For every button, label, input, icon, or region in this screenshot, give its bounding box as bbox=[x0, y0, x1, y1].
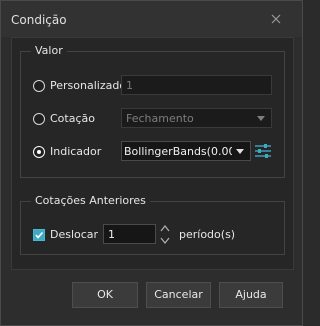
indicator-value: BollingerBands(0.00,20 bbox=[124, 145, 232, 158]
valor-legend: Valor bbox=[31, 44, 67, 57]
deslocar-checkbox[interactable] bbox=[33, 229, 45, 241]
spin-down-icon[interactable] bbox=[160, 235, 170, 244]
price-type-select[interactable]: Fechamento bbox=[121, 108, 272, 128]
chevron-down-icon bbox=[257, 116, 265, 121]
radio-indicador[interactable] bbox=[33, 146, 45, 158]
cotacoes-anteriores-group: Cotações Anteriores Deslocar 1 período(s… bbox=[20, 194, 285, 255]
cotacoes-legend: Cotações Anteriores bbox=[31, 194, 150, 207]
chevron-down-icon bbox=[236, 149, 244, 154]
spin-up-icon[interactable] bbox=[160, 223, 170, 232]
radio-cotacao[interactable] bbox=[33, 113, 45, 125]
valor-group: Valor Personalizado 1 Cotação Fechamento… bbox=[20, 44, 285, 178]
indicador-label: Indicador bbox=[50, 145, 102, 158]
cancel-button[interactable]: Cancelar bbox=[146, 282, 211, 308]
title-bar: Condição bbox=[1, 1, 302, 37]
ok-button[interactable]: OK bbox=[72, 282, 138, 308]
help-button[interactable]: Ajuda bbox=[219, 282, 283, 308]
radio-personalizado[interactable] bbox=[33, 80, 45, 92]
dialog-title: Condição bbox=[11, 13, 67, 27]
dialog-content: Valor Personalizado 1 Cotação Fechamento… bbox=[11, 37, 294, 270]
custom-value: 1 bbox=[126, 79, 133, 92]
cotacao-label: Cotação bbox=[50, 112, 95, 125]
condition-dialog: Condição Valor Personalizado 1 Cotação F… bbox=[0, 0, 303, 326]
shift-value: 1 bbox=[108, 228, 115, 241]
indicator-select[interactable]: BollingerBands(0.00,20 bbox=[121, 141, 251, 161]
close-icon[interactable] bbox=[269, 12, 283, 26]
periods-label: período(s) bbox=[179, 228, 236, 241]
price-type-value: Fechamento bbox=[126, 112, 194, 125]
indicator-settings-icon[interactable] bbox=[254, 143, 272, 159]
custom-value-input[interactable]: 1 bbox=[121, 75, 272, 95]
deslocar-label: Deslocar bbox=[50, 228, 99, 241]
shift-input[interactable]: 1 bbox=[103, 224, 156, 244]
personalizado-label: Personalizado bbox=[50, 79, 127, 92]
